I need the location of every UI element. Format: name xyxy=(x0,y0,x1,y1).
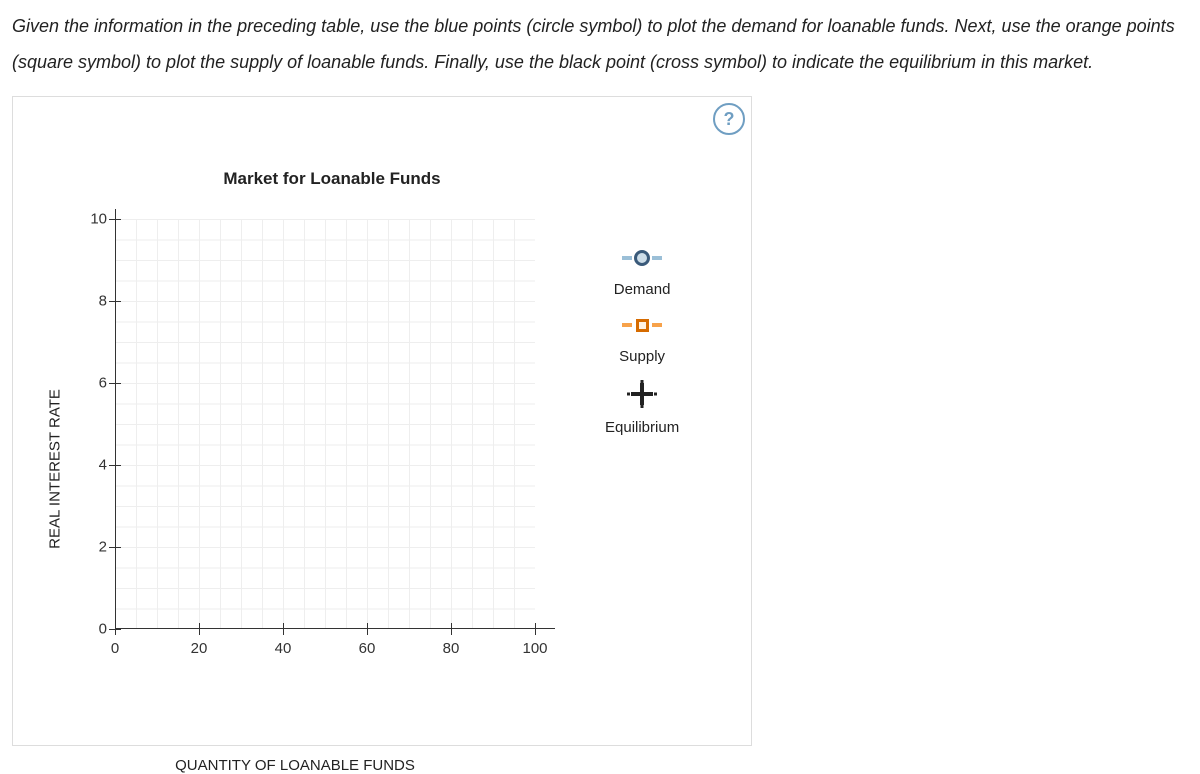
legend-equilibrium-label: Equilibrium xyxy=(605,419,679,436)
x-tick-label: 60 xyxy=(359,640,376,657)
y-tick-label: 0 xyxy=(71,621,107,638)
x-tick xyxy=(367,623,368,635)
y-tick xyxy=(109,219,121,220)
plot-wrapper: REAL INTEREST RATE 10 8 6 4 2 0 0 20 40 xyxy=(95,219,735,719)
x-tick-label: 0 xyxy=(111,640,119,657)
x-tick-label: 20 xyxy=(191,640,208,657)
y-tick xyxy=(109,383,121,384)
plot-area[interactable]: 10 8 6 4 2 0 0 20 40 60 80 100 xyxy=(115,219,535,629)
x-tick xyxy=(535,623,536,635)
y-tick xyxy=(109,547,121,548)
legend-supply[interactable]: Supply xyxy=(619,316,665,365)
y-tick-label: 8 xyxy=(71,293,107,310)
legend-equilibrium[interactable]: Equilibrium xyxy=(605,383,679,436)
y-tick-label: 4 xyxy=(71,457,107,474)
circle-icon xyxy=(622,249,662,267)
x-tick xyxy=(283,623,284,635)
y-tick xyxy=(109,301,121,302)
y-axis-label: REAL INTEREST RATE xyxy=(47,389,64,549)
x-axis-line xyxy=(115,628,555,629)
square-icon xyxy=(622,316,662,334)
x-tick xyxy=(115,623,116,635)
y-tick xyxy=(109,465,121,466)
x-tick-label: 40 xyxy=(275,640,292,657)
y-tick-label: 2 xyxy=(71,539,107,556)
legend-supply-label: Supply xyxy=(619,348,665,365)
x-tick xyxy=(199,623,200,635)
chart-grid xyxy=(115,219,535,629)
cross-icon xyxy=(627,383,657,405)
y-tick-label: 10 xyxy=(71,211,107,228)
chart-container: ? Market for Loanable Funds REAL INTERES… xyxy=(12,96,752,746)
legend-palette: Demand Supply Equilibrium xyxy=(605,249,679,436)
x-axis-label: QUANTITY OF LOANABLE FUNDS xyxy=(175,757,415,774)
legend-demand[interactable]: Demand xyxy=(614,249,671,298)
y-axis-line xyxy=(115,209,116,629)
y-tick-label: 6 xyxy=(71,375,107,392)
instructions-text: Given the information in the preceding t… xyxy=(12,8,1188,80)
legend-demand-label: Demand xyxy=(614,281,671,298)
chart-title: Market for Loanable Funds xyxy=(0,169,739,189)
help-button[interactable]: ? xyxy=(713,103,745,135)
x-tick-label: 80 xyxy=(443,640,460,657)
x-tick xyxy=(451,623,452,635)
x-tick-label: 100 xyxy=(522,640,547,657)
